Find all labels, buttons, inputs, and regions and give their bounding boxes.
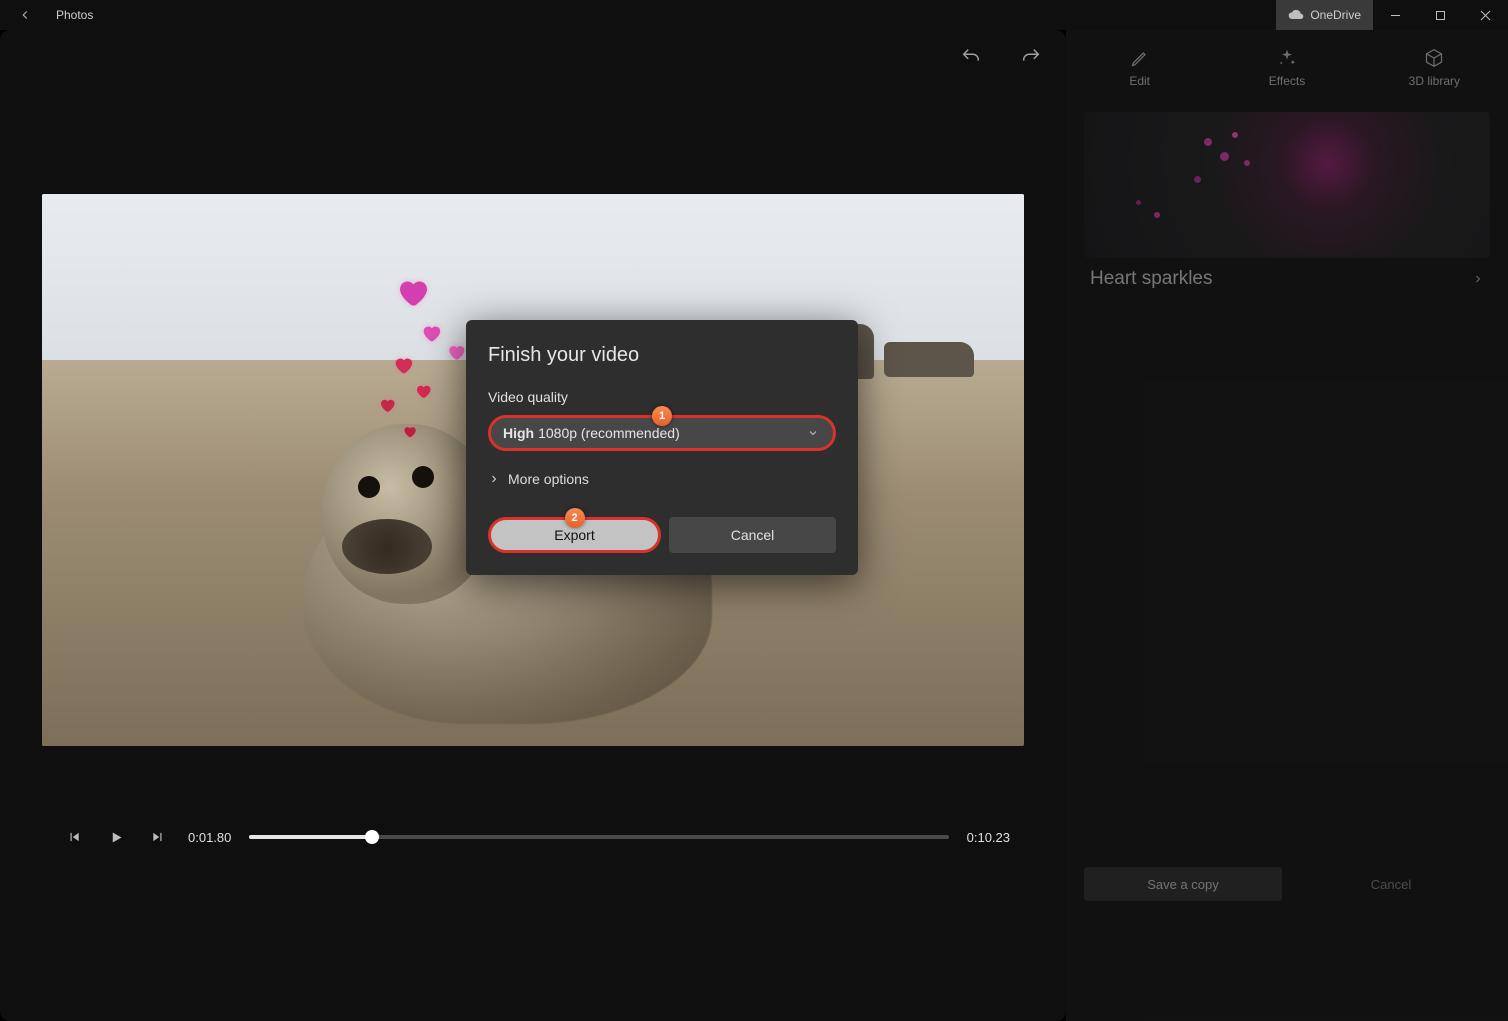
more-options-label: More options bbox=[508, 471, 589, 487]
export-label: Export bbox=[554, 527, 594, 543]
cancel-label: Cancel bbox=[731, 527, 775, 543]
heart-icon bbox=[378, 396, 396, 414]
panel-tabs: Edit Effects 3D library bbox=[1066, 36, 1508, 98]
dialog-buttons: 2 Export Cancel bbox=[488, 517, 836, 553]
tab-effects[interactable]: Effects bbox=[1213, 36, 1360, 98]
quality-dropdown[interactable]: 1 High 1080p (recommended) bbox=[488, 415, 836, 451]
annotation-badge-1: 1 bbox=[652, 406, 672, 426]
heart-icon bbox=[402, 424, 417, 439]
app-title: Photos bbox=[50, 8, 93, 22]
minimize-button[interactable] bbox=[1373, 0, 1418, 30]
quality-value-bold: High bbox=[503, 425, 534, 441]
play-button[interactable] bbox=[104, 825, 128, 849]
export-button[interactable]: 2 Export bbox=[488, 517, 661, 553]
chevron-down-icon bbox=[807, 427, 819, 439]
sparkle-icon bbox=[1277, 48, 1297, 68]
undo-button[interactable] bbox=[956, 42, 986, 72]
dialog-title: Finish your video bbox=[488, 344, 836, 367]
close-button[interactable] bbox=[1463, 0, 1508, 30]
chevron-right-icon bbox=[488, 473, 500, 485]
scrubber-handle[interactable] bbox=[365, 830, 379, 844]
more-options-toggle[interactable]: More options bbox=[488, 471, 836, 487]
titlebar: Photos OneDrive bbox=[0, 0, 1508, 30]
redo-button[interactable] bbox=[1016, 42, 1046, 72]
onedrive-label: OneDrive bbox=[1310, 8, 1361, 22]
tab-3d-library[interactable]: 3D library bbox=[1361, 36, 1508, 98]
tab-3d-label: 3D library bbox=[1409, 74, 1460, 88]
cancel-button[interactable]: Cancel bbox=[669, 517, 836, 553]
back-button[interactable] bbox=[0, 0, 50, 30]
cloud-icon bbox=[1288, 9, 1304, 21]
seal-eye bbox=[358, 476, 380, 498]
heart-icon bbox=[392, 354, 414, 376]
tab-edit[interactable]: Edit bbox=[1066, 36, 1213, 98]
window-controls bbox=[1373, 0, 1508, 30]
effect-name: Heart sparkles bbox=[1090, 268, 1213, 290]
scrubber[interactable] bbox=[249, 835, 948, 839]
maximize-button[interactable] bbox=[1418, 0, 1463, 30]
undo-redo-group bbox=[956, 42, 1046, 72]
quality-value-rest: 1080p (recommended) bbox=[538, 425, 680, 441]
player-bar: 0:01.80 0:10.23 bbox=[48, 805, 1024, 869]
heart-icon bbox=[414, 382, 432, 400]
heart-icon bbox=[446, 342, 466, 362]
onedrive-indicator[interactable]: OneDrive bbox=[1276, 0, 1373, 30]
cube-icon bbox=[1424, 48, 1444, 68]
scrubber-progress bbox=[249, 835, 375, 839]
effect-row[interactable]: Heart sparkles bbox=[1090, 268, 1484, 290]
finish-video-dialog: Finish your video Video quality 1 High 1… bbox=[466, 320, 858, 575]
tab-edit-label: Edit bbox=[1129, 74, 1150, 88]
current-time: 0:01.80 bbox=[188, 830, 231, 845]
next-frame-button[interactable] bbox=[146, 825, 170, 849]
prev-frame-button[interactable] bbox=[62, 825, 86, 849]
pencil-icon bbox=[1130, 48, 1150, 68]
seal-muzzle bbox=[342, 519, 432, 574]
save-copy-label: Save a copy bbox=[1147, 877, 1219, 892]
chevron-right-icon bbox=[1472, 273, 1484, 285]
annotation-badge-2: 2 bbox=[565, 508, 585, 528]
quality-label: Video quality bbox=[488, 389, 836, 405]
effect-thumbnail[interactable] bbox=[1084, 112, 1490, 258]
panel-cancel-button[interactable]: Cancel bbox=[1292, 867, 1490, 901]
heart-icon bbox=[394, 274, 430, 310]
heart-icon bbox=[420, 322, 442, 344]
panel-cancel-label: Cancel bbox=[1371, 877, 1411, 892]
side-panel: Edit Effects 3D library Heart sparkles S… bbox=[1066, 30, 1508, 1021]
tab-effects-label: Effects bbox=[1269, 74, 1305, 88]
save-copy-button[interactable]: Save a copy bbox=[1084, 867, 1282, 901]
seal-eye bbox=[412, 466, 434, 488]
panel-footer: Save a copy Cancel bbox=[1084, 867, 1490, 901]
total-time: 0:10.23 bbox=[967, 830, 1010, 845]
